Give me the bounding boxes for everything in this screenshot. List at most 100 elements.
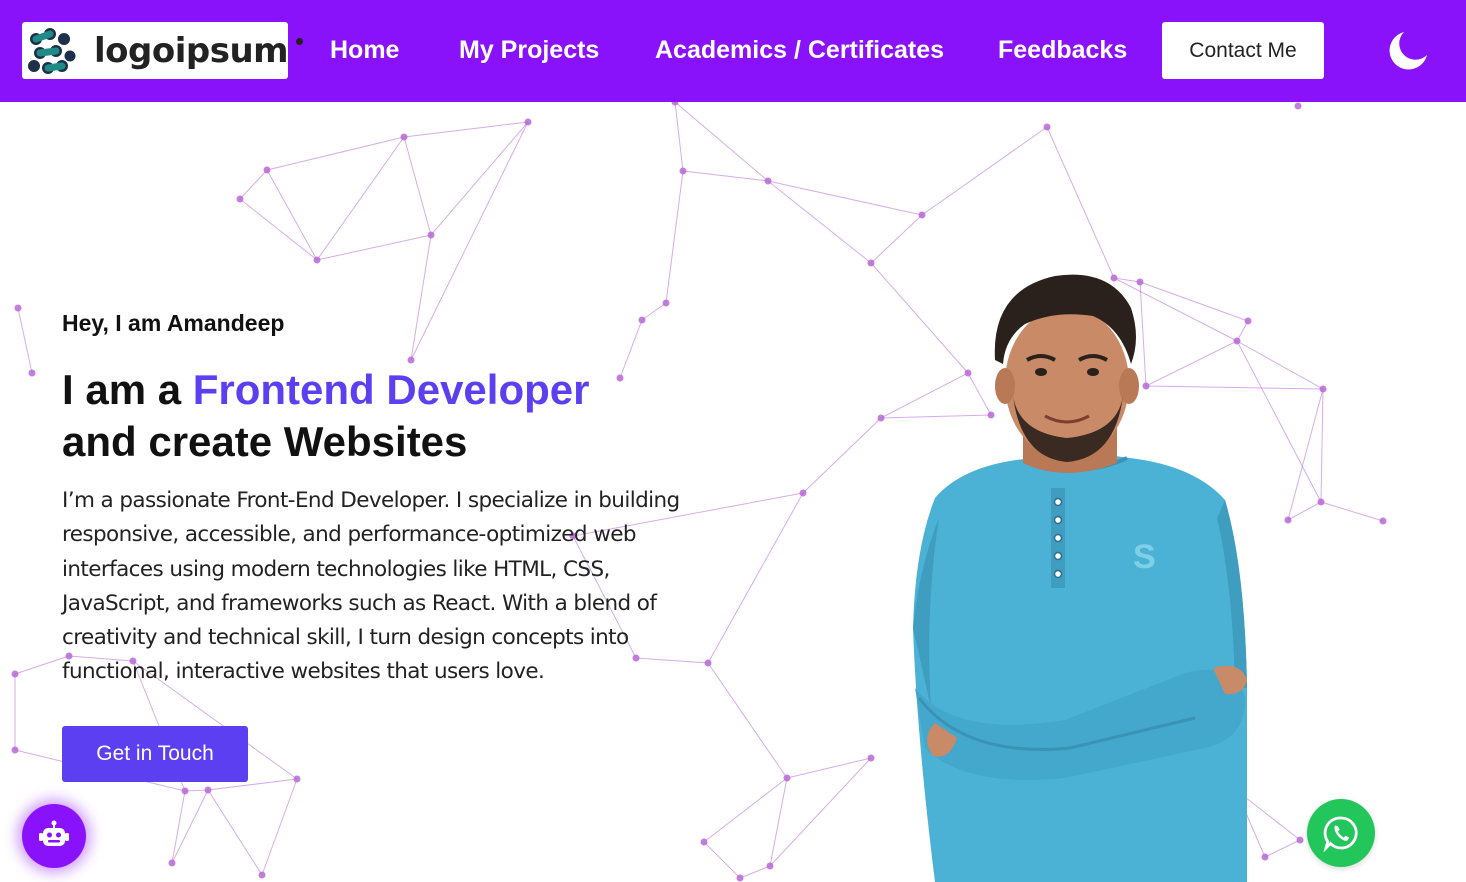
network-link (239, 169, 268, 200)
network-link (707, 492, 804, 664)
network-node (764, 177, 772, 185)
network-link (403, 121, 529, 138)
logo-text: logoipsum (94, 31, 289, 71)
network-link (703, 777, 788, 843)
network-link (1287, 501, 1322, 521)
network-node (616, 374, 624, 382)
network-link (767, 180, 923, 216)
network-node (407, 356, 415, 364)
robot-icon (39, 820, 69, 846)
network-link (682, 170, 769, 182)
network-node (867, 259, 875, 267)
network-link (769, 777, 788, 867)
network-link (266, 169, 318, 261)
network-link (1320, 501, 1384, 522)
network-node (799, 489, 807, 497)
network-link (261, 778, 298, 876)
network-node (11, 670, 19, 678)
network-node (1294, 102, 1302, 110)
network-link (1287, 388, 1324, 521)
whatsapp-icon (1323, 816, 1358, 852)
network-node (14, 304, 22, 312)
network-link (641, 302, 667, 321)
hero-bio: I’m a passionate Front-End Developer. I … (62, 488, 680, 685)
network-link (266, 136, 405, 171)
network-link (703, 841, 741, 879)
logo-dot (296, 38, 303, 45)
network-node (236, 195, 244, 203)
network-node (1043, 123, 1051, 131)
network-link (674, 101, 769, 182)
network-link (14, 655, 70, 675)
get-in-touch-button[interactable]: Get in Touch (62, 726, 248, 782)
network-node (400, 133, 408, 141)
network-node (1284, 516, 1292, 524)
network-link (316, 136, 405, 261)
network-node (918, 211, 926, 219)
moon-icon[interactable] (1384, 28, 1430, 74)
headline-accent: Frontend Developer (192, 366, 590, 413)
network-link (921, 126, 1048, 216)
network-node (736, 874, 744, 882)
network-link (1046, 126, 1115, 279)
network-node (662, 299, 670, 307)
nav-home[interactable]: Home (330, 36, 399, 65)
navbar: logoipsum Home My Projects Academics / C… (0, 0, 1466, 102)
nav-my-projects[interactable]: My Projects (459, 36, 599, 65)
logo[interactable]: logoipsum (22, 22, 303, 79)
network-link (316, 234, 432, 261)
logo-mark-icon (28, 28, 76, 74)
network-node (204, 786, 212, 794)
network-node (11, 746, 19, 754)
headline-prefix: I am a (62, 366, 182, 413)
network-node (168, 859, 176, 867)
chatbot-button[interactable] (22, 804, 86, 868)
nav-feedbacks[interactable]: Feedbacks (998, 36, 1127, 65)
headline-suffix: and create Websites (62, 418, 468, 465)
network-node (1317, 498, 1325, 506)
network-link (239, 198, 318, 261)
network-link (767, 180, 872, 264)
network-link (870, 214, 923, 264)
profile-photo: S (913, 274, 1247, 882)
network-node (524, 118, 532, 126)
network-node (181, 787, 189, 795)
network-node (877, 414, 885, 422)
network-node (766, 862, 774, 870)
network-node (783, 774, 791, 782)
network-node (427, 231, 435, 239)
network-node (258, 871, 266, 879)
network-link (786, 757, 872, 779)
network-link (17, 307, 33, 374)
svg-text:S: S (1133, 538, 1156, 576)
network-node (700, 838, 708, 846)
network-node (313, 256, 321, 264)
network-link (665, 170, 684, 304)
network-node (1319, 385, 1327, 393)
network-node (28, 369, 36, 377)
network-node (1296, 836, 1304, 844)
hero-greeting: Hey, I am Amandeep (62, 310, 285, 336)
whatsapp-button[interactable] (1307, 799, 1375, 867)
network-link (430, 121, 529, 236)
network-link (802, 417, 882, 494)
network-link (769, 757, 872, 867)
nav-academics-certificates[interactable]: Academics / Certificates (655, 36, 944, 65)
network-node (263, 166, 271, 174)
network-node (679, 167, 687, 175)
network-link (1320, 388, 1324, 503)
network-node (293, 775, 301, 783)
network-node (867, 754, 875, 762)
network-link (171, 789, 209, 864)
contact-me-button[interactable]: Contact Me (1162, 22, 1324, 79)
network-link (674, 101, 684, 172)
network-node (638, 316, 646, 324)
network-link (207, 789, 263, 876)
network-link (403, 136, 432, 236)
hero-headline: I am a Frontend Developer and create Web… (62, 364, 589, 468)
network-link (410, 234, 432, 361)
network-link (1264, 839, 1301, 858)
network-node (1379, 517, 1387, 525)
network-link (619, 319, 643, 379)
network-link (410, 121, 529, 361)
